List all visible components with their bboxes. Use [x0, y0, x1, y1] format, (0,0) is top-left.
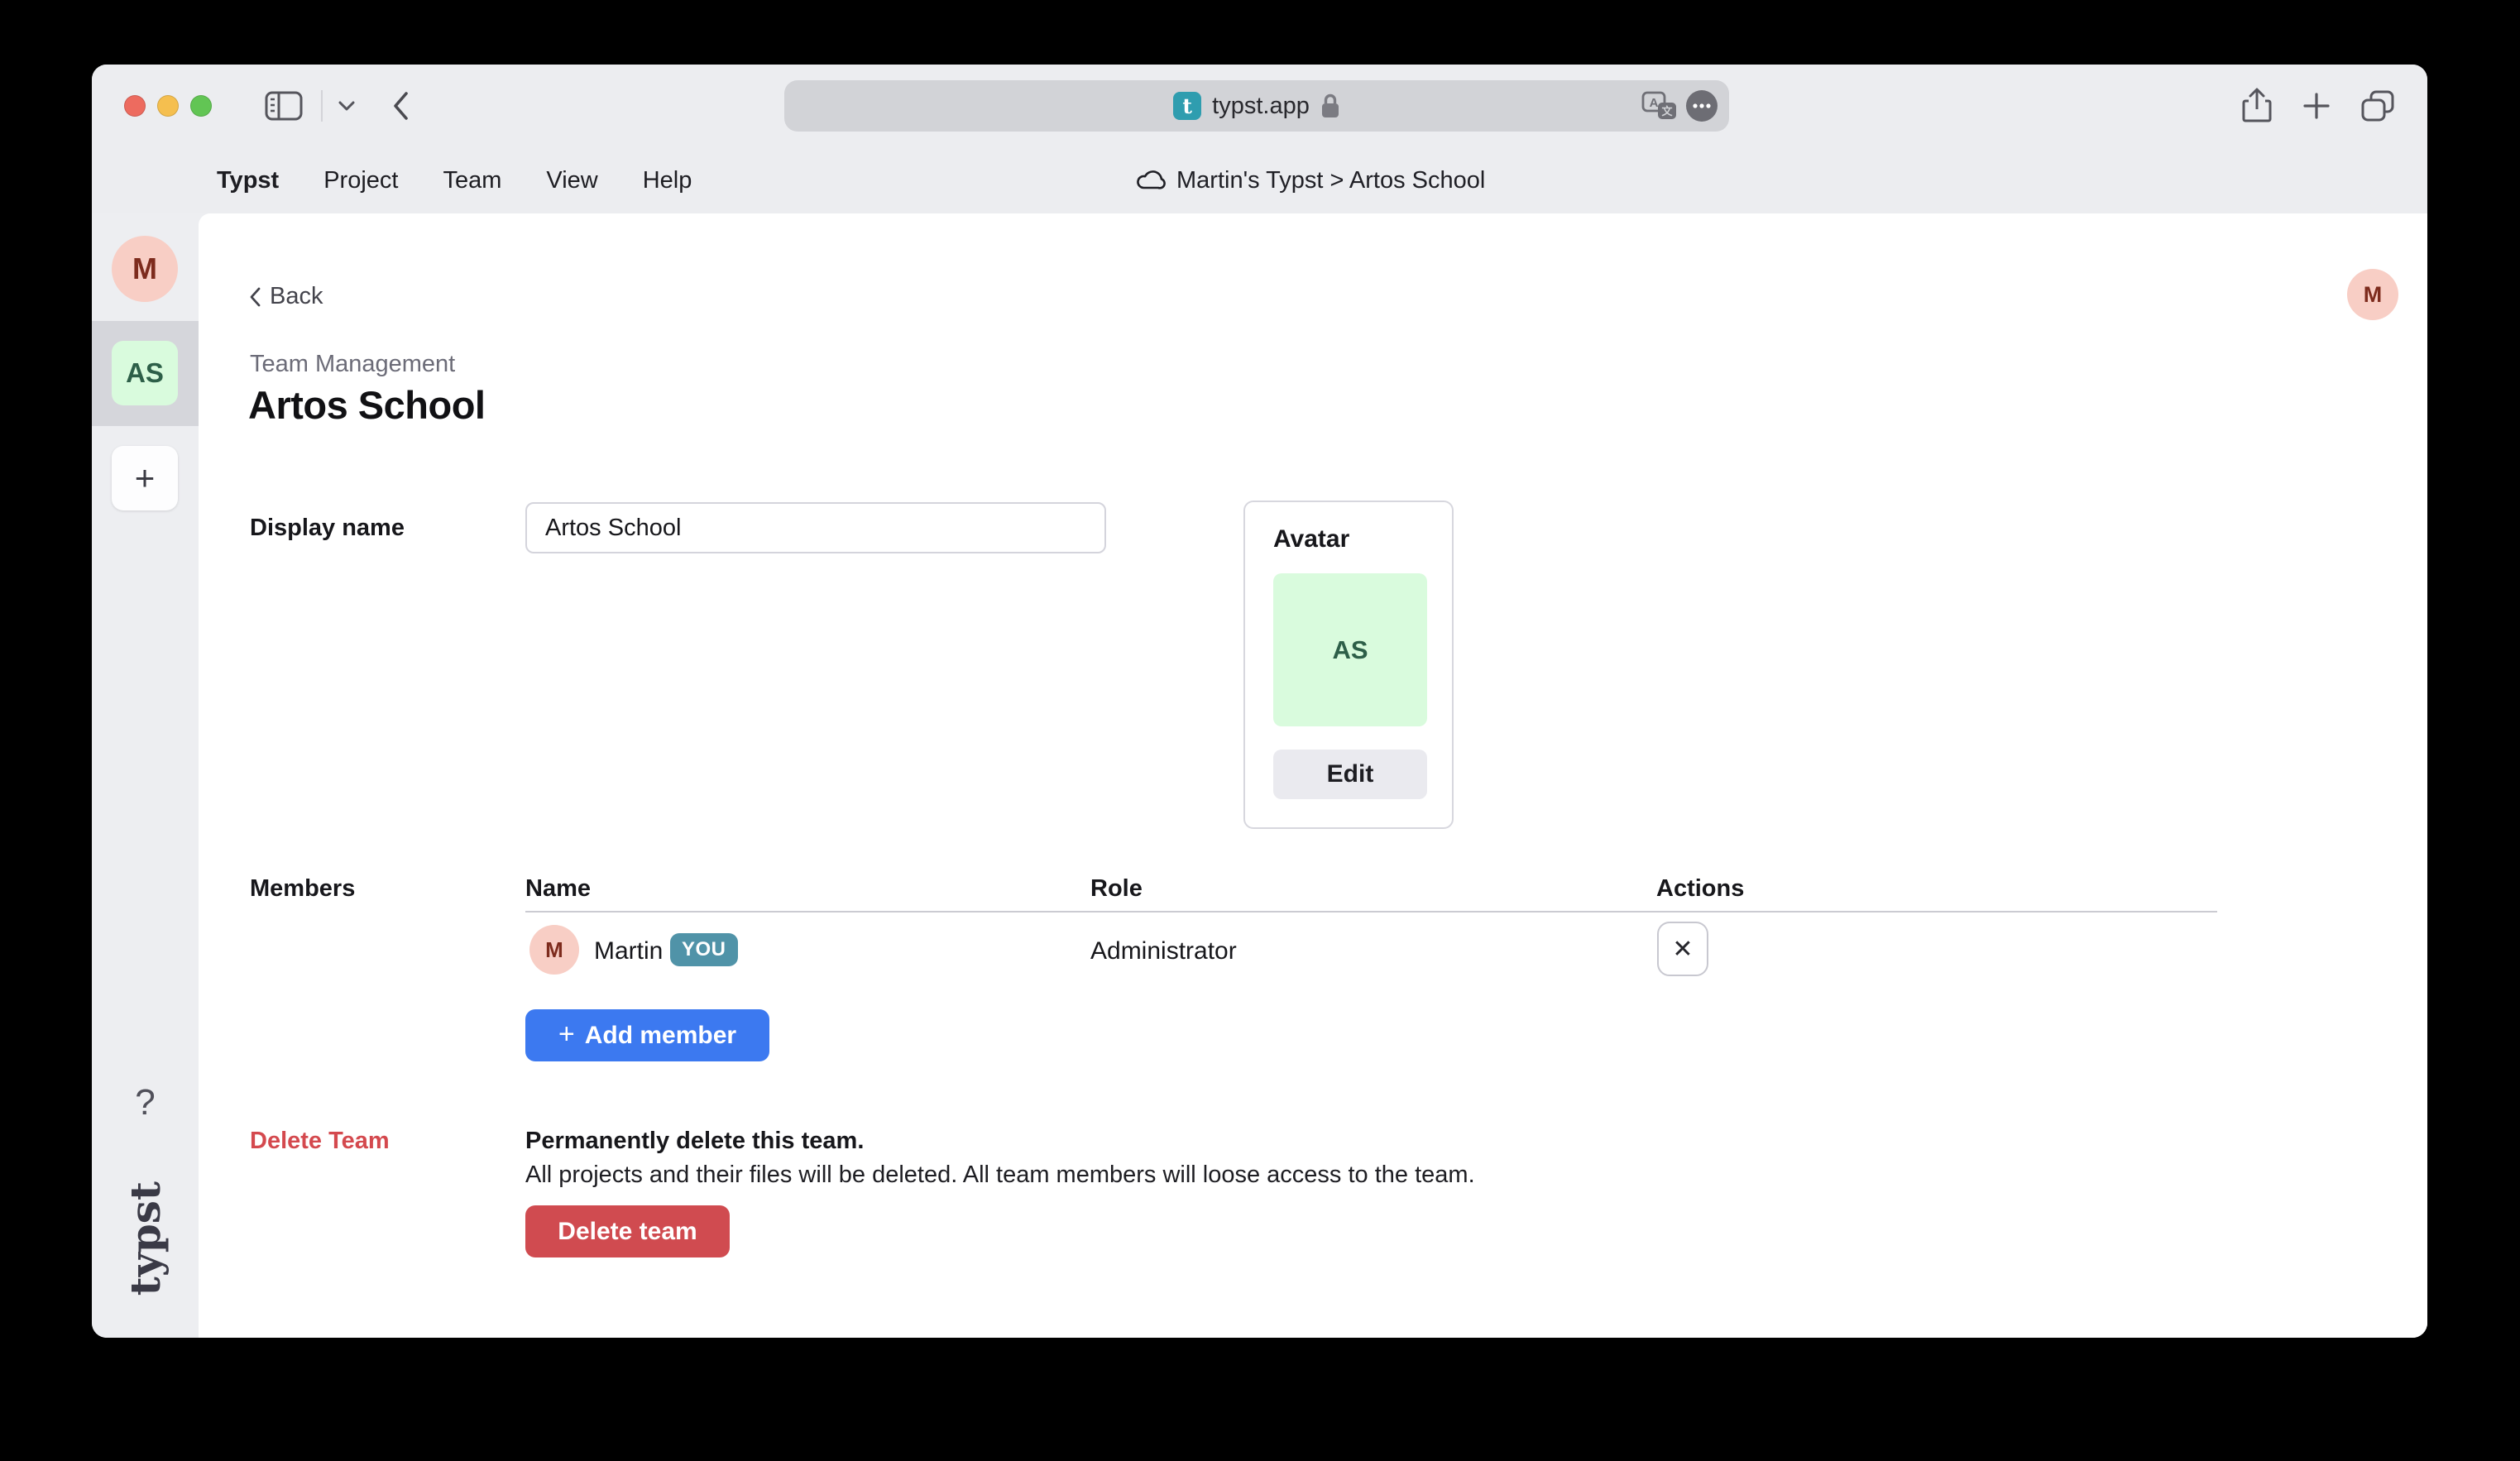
- favicon-letter: t: [1182, 94, 1192, 118]
- typst-logo: typst: [92, 1164, 199, 1313]
- display-name-label: Display name: [250, 515, 405, 542]
- zoom-window-button[interactable]: [190, 95, 212, 117]
- minimize-window-button[interactable]: [157, 95, 179, 117]
- back-link[interactable]: Back: [248, 283, 323, 310]
- member-role: Administrator: [1090, 937, 1237, 965]
- menu-typst[interactable]: Typst: [217, 167, 279, 194]
- breadcrumb[interactable]: Martin's Typst > Artos School: [1136, 147, 1485, 213]
- sidebar-user-initial: M: [132, 251, 157, 286]
- page-title: Artos School: [248, 382, 485, 428]
- address-bar[interactable]: t typst.app A文: [784, 80, 1729, 132]
- share-icon[interactable]: [2242, 88, 2272, 124]
- plus-icon: +: [135, 458, 156, 498]
- sidebar-team-initial: AS: [126, 357, 164, 389]
- sidebar-team-avatar[interactable]: AS: [112, 341, 178, 405]
- team-avatar-initials: AS: [1332, 635, 1368, 665]
- avatar-card: Avatar AS Edit: [1243, 501, 1454, 829]
- menu-help[interactable]: Help: [643, 167, 692, 194]
- lock-icon: [1320, 93, 1340, 119]
- delete-team-section-label: Delete Team: [250, 1128, 390, 1155]
- close-icon: ✕: [1672, 935, 1693, 964]
- browser-window: t typst.app A文 Typst Project: [92, 65, 2427, 1338]
- avatar-card-title: Avatar: [1273, 525, 1424, 553]
- traffic-lights: [124, 95, 212, 117]
- svg-text:文: 文: [1661, 105, 1673, 117]
- column-header-name: Name: [525, 875, 591, 903]
- column-header-role: Role: [1090, 875, 1143, 903]
- you-badge: YOU: [670, 933, 738, 966]
- add-member-button[interactable]: + Add member: [525, 1009, 769, 1061]
- display-name-input[interactable]: [525, 502, 1106, 553]
- svg-text:A: A: [1650, 96, 1659, 110]
- menu-team[interactable]: Team: [443, 167, 501, 194]
- chevron-down-icon[interactable]: [338, 100, 356, 112]
- sidebar-selected-highlight: AS: [92, 321, 199, 426]
- team-sidebar: M AS + ? typst: [92, 213, 199, 1338]
- sidebar-toggle-icon[interactable]: [265, 90, 303, 122]
- tab-overview-icon[interactable]: [2361, 90, 2394, 122]
- delete-team-description: All projects and their files will be del…: [525, 1162, 1475, 1189]
- help-button[interactable]: ?: [92, 1082, 199, 1123]
- menu-view[interactable]: View: [546, 167, 597, 194]
- toolbar-divider: [321, 90, 323, 122]
- back-navigation-icon[interactable]: [390, 90, 410, 122]
- add-member-label: Add member: [585, 1022, 736, 1050]
- team-avatar-preview: AS: [1273, 573, 1427, 726]
- member-name: Martin: [594, 937, 663, 965]
- section-label: Team Management: [250, 351, 455, 378]
- remove-member-button[interactable]: ✕: [1657, 922, 1708, 976]
- edit-avatar-button[interactable]: Edit: [1273, 750, 1427, 799]
- plus-icon: +: [558, 1020, 575, 1048]
- delete-team-button[interactable]: Delete team: [525, 1205, 730, 1257]
- add-team-button[interactable]: +: [112, 446, 178, 510]
- page-settings-icon[interactable]: [1686, 90, 1718, 122]
- sidebar-user-avatar[interactable]: M: [112, 236, 178, 302]
- back-label: Back: [270, 283, 323, 310]
- app-menubar: Typst Project Team View Help Martin's Ty…: [92, 147, 2427, 213]
- members-label: Members: [250, 875, 355, 903]
- breadcrumb-text: Martin's Typst > Artos School: [1176, 167, 1485, 194]
- close-window-button[interactable]: [124, 95, 146, 117]
- menu-project[interactable]: Project: [323, 167, 398, 194]
- column-header-actions: Actions: [1656, 875, 1744, 903]
- site-favicon: t: [1173, 92, 1201, 120]
- cloud-icon: [1136, 170, 1166, 190]
- browser-titlebar: t typst.app A文: [92, 65, 2427, 147]
- new-tab-icon[interactable]: [2303, 93, 2330, 119]
- table-header-divider: [525, 911, 2217, 913]
- member-avatar: M: [529, 925, 579, 975]
- question-icon: ?: [135, 1082, 155, 1123]
- back-chevron-icon: [248, 286, 261, 308]
- delete-team-heading: Permanently delete this team.: [525, 1128, 864, 1155]
- member-initial: M: [545, 937, 563, 963]
- team-management-panel: Back M Team Management Artos School Disp…: [199, 213, 2427, 1338]
- translate-icon[interactable]: A文: [1641, 89, 1678, 122]
- url-text: typst.app: [1212, 93, 1310, 120]
- account-initial: M: [2364, 282, 2383, 308]
- account-avatar[interactable]: M: [2347, 269, 2398, 320]
